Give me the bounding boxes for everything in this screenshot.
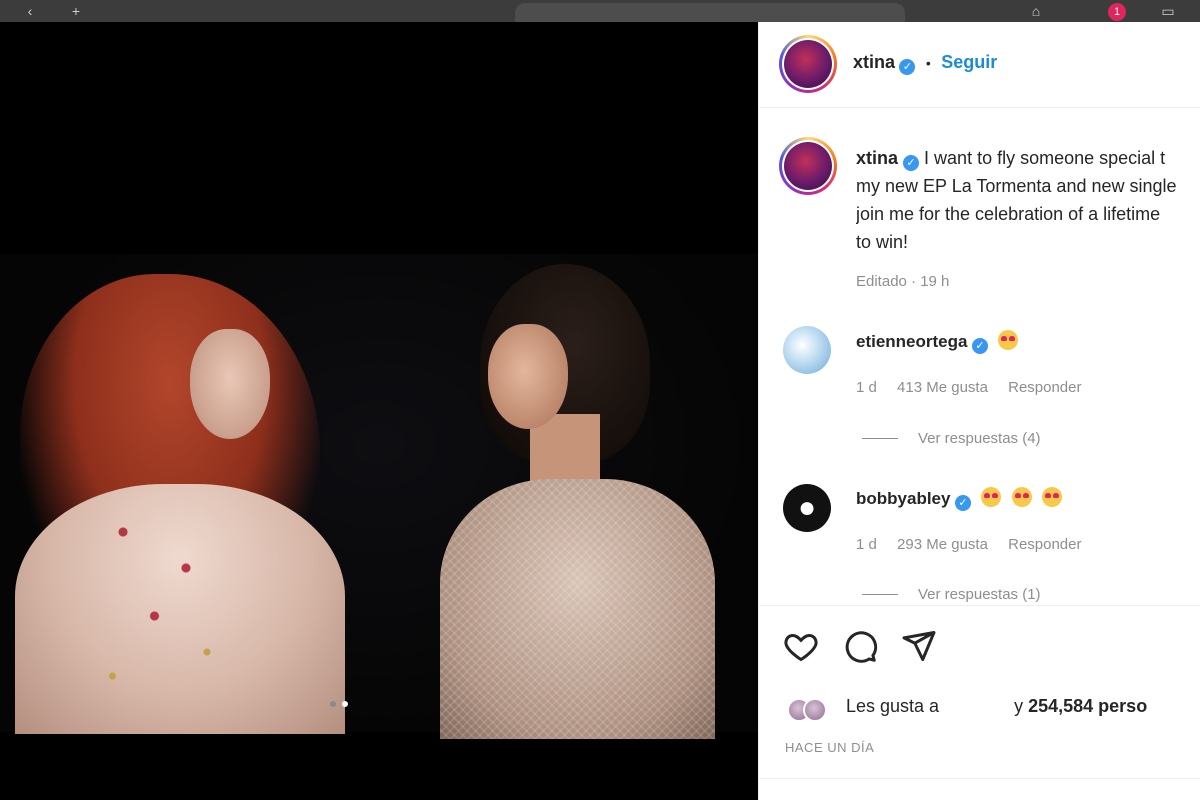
carousel-dots [330,701,348,711]
photo-figure-right-body [440,479,715,739]
view-replies-label: Ver respuestas (4) [918,430,1041,447]
heart-eyes-emoji-icon [998,330,1019,350]
notification-badge[interactable]: 1 [1108,3,1126,21]
post-timestamp: HACE UN DÍA [785,740,875,755]
post-photo[interactable] [0,254,758,739]
carousel-dot[interactable] [330,701,336,707]
comment-username[interactable]: etienneortega [856,332,967,351]
photo-figure-left-face [190,329,270,439]
likes-count[interactable]: 254,584 perso [1028,696,1147,716]
replies-line [862,594,898,595]
caption-edited-time: Editado · 19 h [856,273,950,290]
comment-meta: 1 d 293 Me gusta Responder [856,536,1082,553]
comment-header: bobbyabley ✓ [856,487,1063,511]
comment-bubble-icon[interactable] [842,628,878,664]
post-header: xtina ✓ • Seguir [759,22,1200,108]
verified-icon: ✓ [899,59,916,75]
back-icon[interactable]: ‹ [20,2,40,20]
caption-line: join me for the celebration of a lifetim… [856,204,1161,224]
likes-joiner: y [1014,696,1024,716]
comment-likes[interactable]: 413 Me gusta [897,379,988,396]
address-bar[interactable] [515,3,905,22]
footer-divider [759,778,1200,779]
reply-button[interactable]: Responder [1008,536,1081,553]
likes-prefix: Les gusta a [846,696,940,716]
commenter-avatar[interactable]: ● [783,484,831,532]
home-icon[interactable]: ⌂ [1026,2,1046,20]
post-sidebar: xtina ✓ • Seguir xtina ✓ I want to fly s… [758,22,1200,800]
comment-meta: 1 d 413 Me gusta Responder [856,379,1082,396]
post-media [0,22,758,800]
reply-button[interactable]: Responder [1008,379,1081,396]
carousel-dot-active[interactable] [342,701,348,707]
photo-jewelry [60,484,270,724]
comment-header: etienneortega ✓ [856,330,1019,354]
caption-line: I want to fly someone special t [924,148,1166,168]
plus-icon[interactable]: + [66,2,86,20]
bear-icon: ● [797,491,817,524]
comment-username[interactable]: bobbyabley [856,489,950,508]
caption-block: xtina ✓ I want to fly someone special t … [856,144,1200,256]
caption-line: to win! [856,232,909,252]
like-heart-icon[interactable] [783,628,819,664]
likes-summary[interactable]: Les gusta a y 254,584 perso [846,696,1147,717]
view-replies-button[interactable]: Ver respuestas (4) [862,430,1041,447]
post-actions: Les gusta a y 254,584 perso HACE UN DÍA [759,605,1200,800]
heart-eyes-emoji-icon [981,487,1002,507]
view-replies-button[interactable]: Ver respuestas (1) [862,586,1041,603]
author-avatar[interactable] [779,35,837,93]
caption-line: my new EP La Tormenta and new single [856,176,1177,196]
follow-button[interactable]: Seguir [941,52,997,72]
comment-likes[interactable]: 293 Me gusta [897,536,988,553]
comment-time: 1 d [856,379,877,396]
commenter-avatar[interactable] [783,326,831,374]
inbox-icon[interactable]: ▭ [1158,2,1178,20]
view-replies-label: Ver respuestas (1) [918,586,1041,603]
browser-toolbar: ‹ + ⌂ 1 ▭ [0,0,1200,22]
verified-icon: ✓ [971,338,988,354]
share-send-icon[interactable] [901,628,937,664]
heart-eyes-emoji-icon [1042,487,1063,507]
replies-line [862,438,898,439]
liker-avatar[interactable] [803,698,827,722]
comment-time: 1 d [856,536,877,553]
header-separator: • [925,55,931,71]
author-username[interactable]: xtina [853,52,895,72]
caption-avatar[interactable] [779,137,837,195]
verified-icon: ✓ [954,495,971,511]
caption-username[interactable]: xtina [856,148,898,168]
heart-eyes-emoji-icon [1011,487,1032,507]
photo-figure-right-face [488,324,568,429]
verified-icon: ✓ [903,155,920,171]
